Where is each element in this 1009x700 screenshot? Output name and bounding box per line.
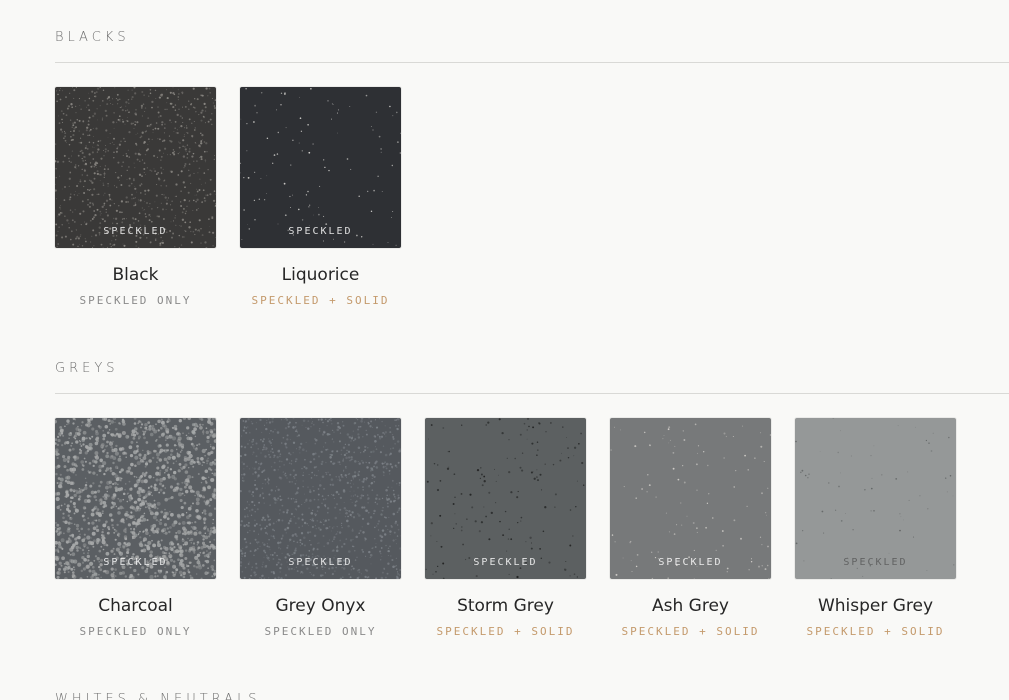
swatch-name: Ash Grey (652, 596, 729, 616)
swatch-finish-label: SPECKLED + SOLID (251, 294, 390, 307)
finish-badge: SPECKLED (473, 557, 538, 568)
stone-texture (55, 418, 216, 579)
stone-texture (425, 418, 586, 579)
section-divider (55, 62, 1009, 63)
finish-badge: SPECKLED (288, 557, 353, 568)
finish-badge: SPECKLED (103, 557, 168, 568)
finish-badge: SPECKLED (658, 557, 723, 568)
swatch-name: Storm Grey (457, 596, 554, 616)
swatch-liquorice[interactable]: SPECKLED Liquorice SPECKLED + SOLID (240, 87, 401, 307)
swatch-finish-label: SPECKLED ONLY (79, 625, 192, 638)
stone-texture (240, 87, 401, 248)
swatch-name: Whisper Grey (817, 596, 934, 616)
swatch-black[interactable]: SPECKLED Black SPECKLED ONLY (55, 87, 216, 307)
swatch-charcoal[interactable]: SPECKLED Charcoal SPECKLED ONLY (55, 418, 216, 638)
stone-texture (55, 87, 216, 248)
finish-badge: SPECKLED (103, 226, 168, 237)
finish-badge: SPECKLED (843, 557, 908, 568)
swatch-name: Charcoal (98, 596, 173, 616)
swatch-tile[interactable]: SPECKLED (55, 418, 216, 579)
swatch-grey-onyx[interactable]: SPECKLED Grey Onyx SPECKLED ONLY (240, 418, 401, 638)
swatch-finish-label: SPECKLED + SOLID (436, 625, 575, 638)
swatch-ash-grey[interactable]: SPECKLED Ash Grey SPECKLED + SOLID (610, 418, 771, 638)
swatch-storm-grey[interactable]: SPECKLED Storm Grey SPECKLED + SOLID (425, 418, 586, 638)
swatch-tile[interactable]: SPECKLED (610, 418, 771, 579)
stone-texture (610, 418, 771, 579)
swatch-whisper-grey[interactable]: SPECKLED Whisper Grey SPECKLED + SOLID (795, 418, 956, 638)
swatch-finish-label: SPECKLED + SOLID (806, 625, 945, 638)
swatch-tile[interactable]: SPECKLED (240, 418, 401, 579)
swatch-name: Black (112, 265, 159, 285)
swatch-name: Grey Onyx (275, 596, 366, 616)
section-divider (55, 393, 1009, 394)
swatch-name: Liquorice (281, 265, 360, 285)
section-title: WHITES & NEUTRALS (55, 692, 261, 700)
section-title: GREYS (55, 361, 119, 376)
swatch-tile[interactable]: SPECKLED (795, 418, 956, 579)
swatch-finish-label: SPECKLED ONLY (79, 294, 192, 307)
swatch-tile[interactable]: SPECKLED (425, 418, 586, 579)
section-title: BLACKS (55, 30, 130, 45)
swatch-finish-label: SPECKLED + SOLID (621, 625, 760, 638)
finish-badge: SPECKLED (288, 226, 353, 237)
stone-texture (240, 418, 401, 579)
swatch-tile[interactable]: SPECKLED (55, 87, 216, 248)
swatch-tile[interactable]: SPECKLED (240, 87, 401, 248)
swatch-finish-label: SPECKLED ONLY (264, 625, 377, 638)
stone-texture (795, 418, 956, 579)
